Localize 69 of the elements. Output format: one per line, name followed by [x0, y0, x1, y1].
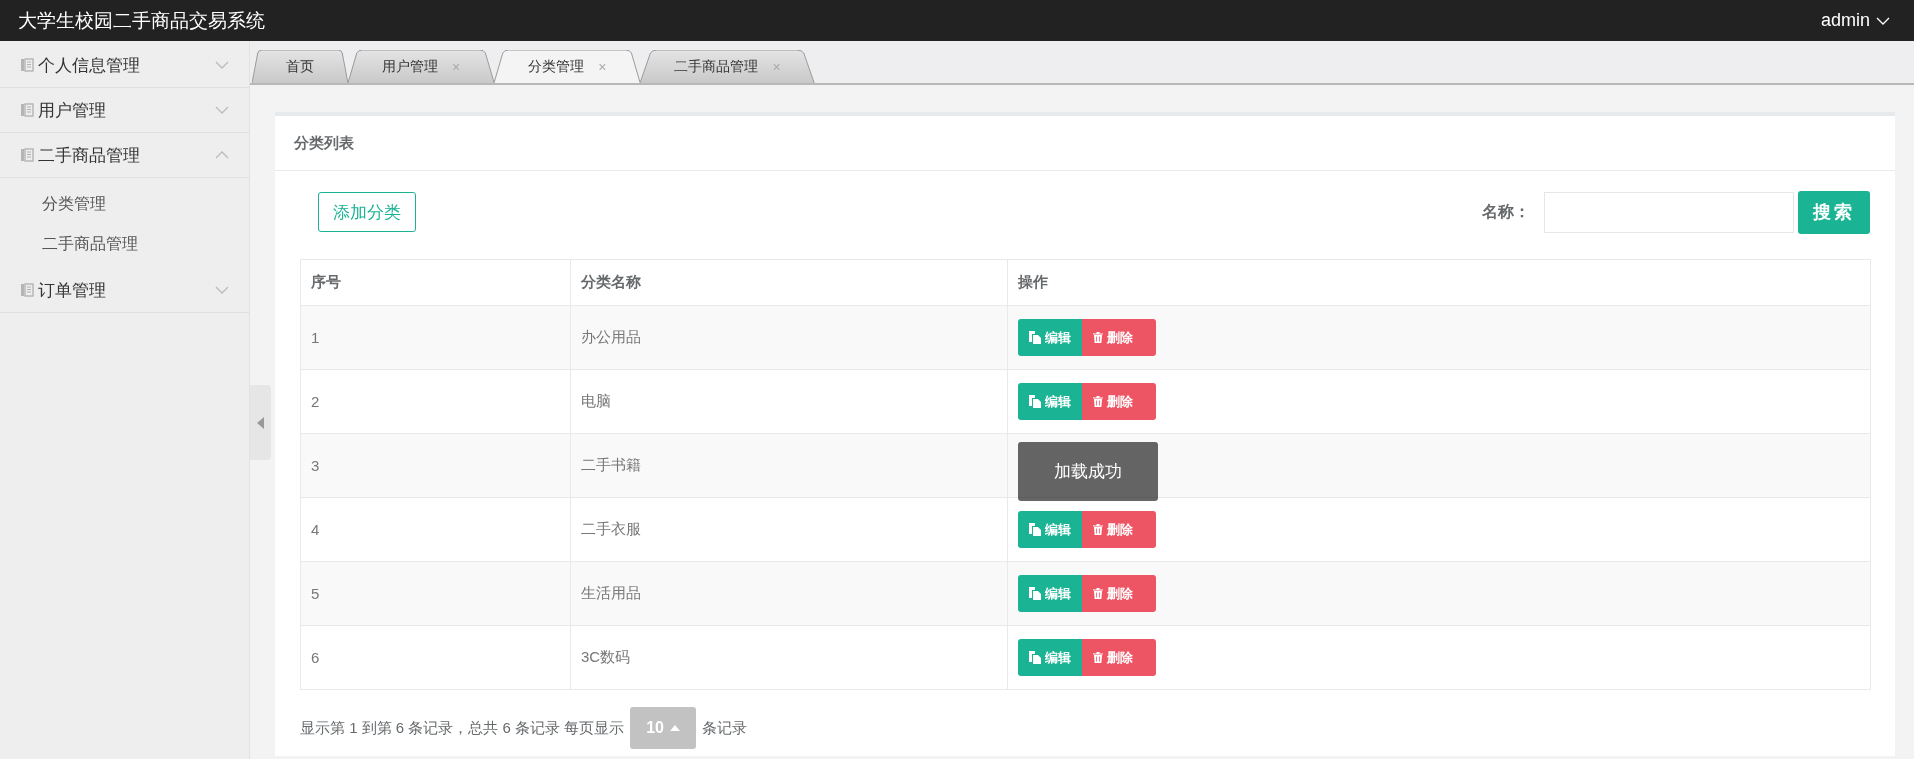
chevron-down-icon — [1876, 16, 1890, 25]
copy-icon — [1029, 331, 1041, 344]
table-cell: 二手衣服 — [570, 497, 1008, 562]
table-cell: 3C数码 — [570, 625, 1008, 690]
chevron-down-icon — [215, 61, 229, 69]
book-icon — [20, 58, 34, 72]
tab[interactable]: 二手商品管理 × — [640, 50, 815, 83]
delete-button[interactable]: 删除 — [1082, 319, 1156, 356]
search-label: 名称： — [1482, 201, 1530, 222]
trash-icon — [1093, 332, 1103, 343]
search-field[interactable] — [1544, 191, 1794, 233]
chevron-down-icon — [215, 106, 229, 114]
table-cell: 5 — [300, 561, 571, 626]
search-button[interactable]: 搜索 — [1798, 190, 1870, 234]
table-cell: 生活用品 — [570, 561, 1008, 626]
tab[interactable]: 分类管理 × — [494, 50, 641, 83]
sidebar-item[interactable]: 二手商品管理 — [0, 133, 249, 178]
copy-icon — [1029, 587, 1041, 600]
add-category-button[interactable]: 添加分类 — [318, 192, 416, 232]
triangle-left-icon — [257, 416, 264, 429]
sidebar-subitem[interactable]: 二手商品管理 — [0, 224, 249, 264]
edit-button[interactable]: 编辑 — [1018, 319, 1082, 356]
caret-up-icon — [670, 725, 680, 731]
copy-icon — [1029, 651, 1041, 664]
trash-icon — [1093, 524, 1103, 535]
panel-title: 分类列表 — [275, 116, 1895, 171]
table-cell: 二手书籍 — [570, 433, 1008, 498]
copy-icon — [1029, 395, 1041, 408]
toast-message: 加载成功 — [1018, 442, 1158, 501]
book-icon — [20, 103, 34, 117]
table-cell: 6 — [300, 625, 571, 690]
app-title: 大学生校园二手商品交易系统 — [18, 8, 265, 33]
sidebar-item[interactable]: 订单管理 — [0, 268, 249, 313]
sidebar-item[interactable]: 个人信息管理 — [0, 43, 249, 88]
copy-icon — [1029, 523, 1041, 536]
column-header: 序号 — [300, 259, 571, 306]
pagination-summary: 显示第 1 到第 6 条记录，总共 6 条记录 每页显示 — [300, 718, 625, 738]
pagination-suffix: 条记录 — [702, 718, 747, 738]
page-size-button[interactable]: 10 — [630, 707, 696, 749]
trash-icon — [1093, 396, 1103, 407]
trash-icon — [1093, 588, 1103, 599]
tab[interactable]: 首页 — [252, 50, 348, 83]
trash-icon — [1093, 652, 1103, 663]
edit-button[interactable]: 编辑 — [1018, 575, 1082, 612]
sidebar-item[interactable]: 用户管理 — [0, 88, 249, 133]
edit-button[interactable]: 编辑 — [1018, 511, 1082, 548]
close-icon[interactable]: × — [598, 58, 607, 75]
table-cell: 1 — [300, 305, 571, 370]
sidebar-subitem[interactable]: 分类管理 — [0, 184, 249, 224]
delete-button[interactable]: 删除 — [1082, 575, 1156, 612]
delete-button[interactable]: 删除 — [1082, 511, 1156, 548]
user-menu[interactable]: admin — [1820, 10, 1890, 31]
book-icon — [20, 148, 34, 162]
table-cell: 办公用品 — [570, 305, 1008, 370]
table-cell: 4 — [300, 497, 571, 562]
chevron-up-icon — [215, 151, 229, 159]
column-header: 操作 — [1007, 259, 1871, 306]
table-cell: 3 — [300, 433, 571, 498]
tab[interactable]: 用户管理 × — [348, 50, 495, 83]
table-cell: 2 — [300, 369, 571, 434]
edit-button[interactable]: 编辑 — [1018, 639, 1082, 676]
table-cell: 电脑 — [570, 369, 1008, 434]
delete-button[interactable]: 删除 — [1082, 639, 1156, 676]
delete-button[interactable]: 删除 — [1082, 383, 1156, 420]
column-header: 分类名称 — [570, 259, 1008, 306]
chevron-down-icon — [215, 286, 229, 294]
book-icon — [20, 283, 34, 297]
edit-button[interactable]: 编辑 — [1018, 383, 1082, 420]
collapse-handle[interactable] — [250, 385, 271, 460]
